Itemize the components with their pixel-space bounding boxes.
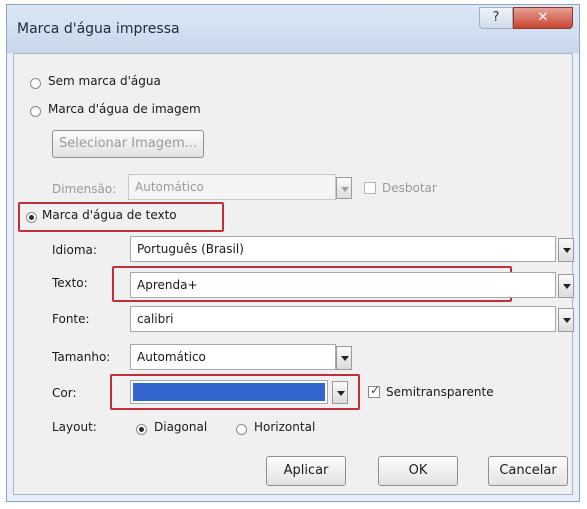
text-watermark-label[interactable]: Marca d'água de texto bbox=[42, 208, 177, 222]
no-watermark-label[interactable]: Sem marca d'água bbox=[48, 74, 161, 88]
language-dropdown-icon[interactable] bbox=[558, 238, 574, 262]
title-bar[interactable]: Marca d'água impressa ? ✕ bbox=[7, 5, 579, 53]
image-watermark-radio[interactable] bbox=[30, 106, 41, 117]
size-field[interactable]: Automático bbox=[130, 344, 336, 370]
apply-button[interactable]: Aplicar bbox=[266, 456, 346, 486]
layout-diagonal-label[interactable]: Diagonal bbox=[154, 420, 207, 434]
washout-label[interactable]: Desbotar bbox=[382, 181, 437, 195]
color-swatch bbox=[133, 383, 325, 401]
color-dropdown-icon[interactable] bbox=[332, 381, 348, 404]
font-label: Fonte: bbox=[52, 312, 90, 326]
close-icon[interactable]: ✕ bbox=[513, 7, 573, 29]
language-label: Idioma: bbox=[52, 243, 97, 257]
color-picker[interactable] bbox=[130, 380, 328, 404]
image-watermark-label[interactable]: Marca d'água de imagem bbox=[48, 102, 201, 116]
help-icon[interactable]: ? bbox=[479, 7, 513, 29]
checkmark-icon: ✓ bbox=[370, 383, 381, 397]
washout-checkbox[interactable] bbox=[364, 182, 376, 194]
scale-field[interactable]: Automático bbox=[128, 174, 336, 200]
text-label: Texto: bbox=[52, 276, 88, 290]
layout-horizontal-radio[interactable] bbox=[236, 424, 247, 435]
language-field[interactable]: Português (Brasil) bbox=[130, 236, 556, 262]
font-dropdown-icon[interactable] bbox=[558, 308, 574, 332]
text-dropdown-icon[interactable] bbox=[558, 274, 574, 298]
cancel-button[interactable]: Cancelar bbox=[488, 456, 568, 486]
layout-diagonal-radio[interactable] bbox=[136, 424, 147, 435]
watermark-dialog: Marca d'água impressa ? ✕ Sem marca d'ág… bbox=[6, 4, 580, 502]
size-dropdown-icon[interactable] bbox=[336, 346, 352, 370]
font-field[interactable]: calibri bbox=[130, 306, 556, 332]
dialog-title: Marca d'água impressa bbox=[17, 21, 180, 37]
scale-dropdown-icon[interactable] bbox=[336, 177, 352, 199]
size-label: Tamanho: bbox=[52, 350, 111, 364]
semitransparent-checkbox[interactable]: ✓ bbox=[368, 383, 381, 398]
ok-button[interactable]: OK bbox=[378, 456, 458, 486]
text-field[interactable]: Aprenda+ bbox=[130, 272, 556, 298]
layout-horizontal-label[interactable]: Horizontal bbox=[254, 420, 315, 434]
no-watermark-radio[interactable] bbox=[30, 78, 41, 89]
select-image-button[interactable]: Selecionar Imagem... bbox=[52, 130, 204, 158]
scale-label: Dimensão: bbox=[52, 182, 117, 196]
dialog-body: Sem marca d'água Marca d'água de imagem … bbox=[13, 53, 574, 495]
semitransparent-label[interactable]: Semitransparente bbox=[386, 385, 494, 399]
layout-label: Layout: bbox=[52, 420, 97, 434]
color-label: Cor: bbox=[52, 386, 77, 400]
text-watermark-radio[interactable] bbox=[26, 212, 37, 223]
